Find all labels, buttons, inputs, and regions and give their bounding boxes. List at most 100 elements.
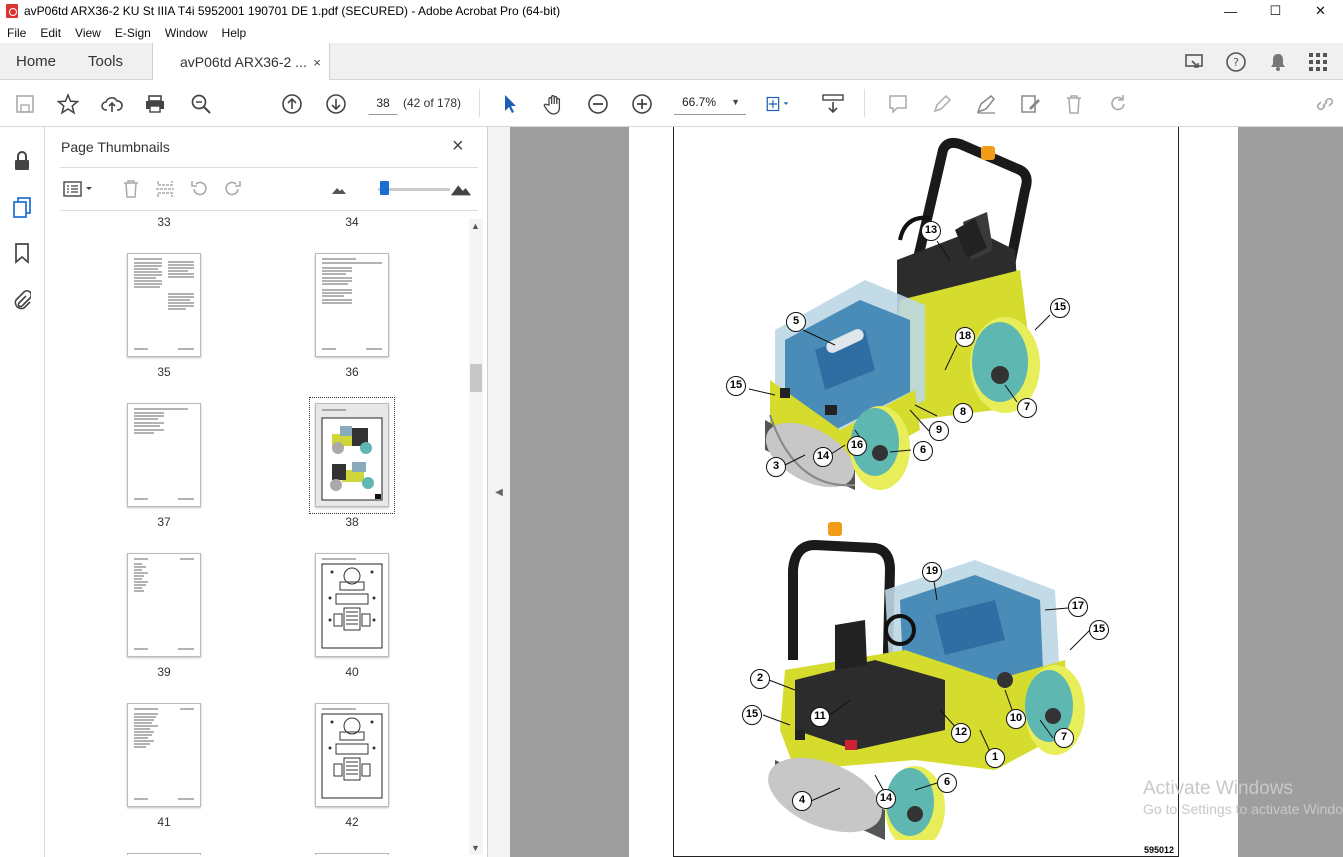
page-thumbnail-44-partial[interactable]: [315, 853, 389, 855]
notifications-bell-icon[interactable]: [1266, 51, 1290, 73]
rotate-right-icon[interactable]: [222, 178, 244, 200]
thumbnail-label: 38: [345, 515, 359, 529]
bookmark-star-icon[interactable]: [55, 91, 81, 117]
scroll-up-icon[interactable]: ▲: [471, 221, 480, 231]
toolbar-divider: [479, 89, 480, 117]
close-panel-icon[interactable]: ×: [452, 135, 464, 158]
callout-9: 9: [929, 421, 949, 441]
link-icon[interactable]: [1312, 91, 1338, 117]
thumbnail-options-icon[interactable]: [62, 178, 96, 200]
zoom-out-icon[interactable]: [585, 91, 611, 117]
next-page-icon[interactable]: [323, 91, 349, 117]
scrolling-mode-icon[interactable]: [820, 91, 846, 117]
collapse-panel-handle[interactable]: ◀: [488, 127, 510, 857]
callout-2: 2: [750, 669, 770, 689]
tab-home[interactable]: Home: [16, 43, 56, 80]
callout-14: 14: [876, 789, 896, 809]
callout-11: 11: [810, 707, 830, 727]
share-screen-icon[interactable]: [1183, 51, 1207, 73]
page-thumbnail-43-partial[interactable]: [127, 853, 201, 855]
svg-text:?: ?: [1233, 56, 1239, 69]
print-icon[interactable]: [142, 91, 168, 117]
lock-icon[interactable]: [10, 149, 34, 173]
zoom-level-dropdown[interactable]: 66.7% ▼: [674, 91, 746, 115]
scroll-down-icon[interactable]: ▼: [471, 843, 480, 853]
thumbnail-size-slider-thumb[interactable]: [380, 181, 389, 195]
collapse-left-arrow-icon: ◀: [495, 486, 503, 498]
tab-tools[interactable]: Tools: [88, 43, 123, 80]
page-thumbnail-41[interactable]: [127, 703, 201, 807]
menu-help[interactable]: Help: [215, 26, 254, 40]
menu-file[interactable]: File: [0, 26, 33, 40]
activate-windows-watermark: Activate Windows: [1143, 778, 1293, 799]
page-thumbnails-icon[interactable]: [10, 195, 34, 219]
left-navigation-rail: [0, 127, 45, 857]
apps-grid-icon[interactable]: [1306, 51, 1330, 73]
maximize-button[interactable]: ☐: [1253, 0, 1298, 22]
page-thumbnail-37[interactable]: [127, 403, 201, 507]
page-thumbnail-38[interactable]: [315, 403, 389, 507]
tab-bar: Home Tools avP06td ARX36-2 ... × ?: [0, 43, 1343, 81]
page-thumbnail-35[interactable]: [127, 253, 201, 357]
activate-windows-subtext: Go to Settings to activate Windows.: [1143, 801, 1343, 817]
page-count: (42 of 178): [403, 96, 462, 110]
previous-page-icon[interactable]: [279, 91, 305, 117]
toolbar: [0, 80, 1343, 127]
scrollbar-thumb[interactable]: [470, 364, 482, 392]
callout-14: 14: [813, 447, 833, 467]
menu-bar: File Edit View E-Sign Window Help: [0, 22, 1343, 43]
close-window-button[interactable]: ✕: [1298, 0, 1343, 22]
thumbnail-label: 37: [157, 515, 171, 529]
select-cursor-icon[interactable]: [497, 91, 523, 117]
delete-page-icon[interactable]: [120, 178, 142, 200]
tab-document[interactable]: avP06td ARX36-2 ... ×: [152, 43, 330, 81]
page-thumbnail-36[interactable]: [315, 253, 389, 357]
minimize-button[interactable]: —: [1208, 0, 1253, 22]
menu-esign[interactable]: E-Sign: [108, 26, 158, 40]
toolbar-divider-2: [864, 89, 865, 117]
zoom-search-icon[interactable]: [188, 91, 214, 117]
page-thumbnail-39[interactable]: [127, 553, 201, 657]
panel-title: Page Thumbnails: [61, 139, 170, 155]
thumbnail-scrollbar[interactable]: ▲ ▼: [469, 219, 483, 855]
menu-edit[interactable]: Edit: [33, 26, 68, 40]
bookmarks-icon[interactable]: [10, 241, 34, 265]
redo-icon[interactable]: [1105, 91, 1131, 117]
attachments-paperclip-icon[interactable]: [10, 287, 34, 311]
edit-text-icon[interactable]: [1017, 91, 1043, 117]
callout-5: 5: [786, 312, 806, 332]
title-bar: avP06td ARX36-2 KU St IIIA T4i 5952001 1…: [0, 0, 1343, 22]
callout-15: 15: [1050, 298, 1070, 318]
thumbnail-label: 33: [157, 215, 171, 229]
delete-trash-icon[interactable]: [1061, 91, 1087, 117]
upload-cloud-icon[interactable]: [99, 91, 125, 117]
rotate-left-icon[interactable]: [188, 178, 210, 200]
fit-page-icon[interactable]: [764, 91, 790, 117]
draw-sign-icon[interactable]: [973, 91, 999, 117]
menu-window[interactable]: Window: [158, 26, 215, 40]
help-icon[interactable]: ?: [1224, 51, 1248, 73]
menu-view[interactable]: View: [68, 26, 108, 40]
comment-icon[interactable]: [885, 91, 911, 117]
beacon-light: [981, 146, 995, 160]
zoom-in-icon[interactable]: [629, 91, 655, 117]
hand-tool-icon[interactable]: [541, 91, 567, 117]
save-icon[interactable]: [12, 91, 38, 117]
page-number-input[interactable]: 38: [368, 91, 398, 115]
window-title: avP06td ARX36-2 KU St IIIA T4i 5952001 1…: [24, 4, 561, 18]
thumbnail-list: 33 34 35 36 37 38 39 40 41 42: [60, 215, 470, 855]
page-thumbnail-42[interactable]: [315, 703, 389, 807]
callout-12: 12: [951, 723, 971, 743]
panel-toolbar: [60, 167, 478, 211]
callout-13: 13: [921, 221, 941, 241]
chevron-down-icon: ▼: [731, 97, 740, 107]
page-thumbnail-40[interactable]: [315, 553, 389, 657]
tab-document-label: avP06td ARX36-2 ...: [180, 54, 307, 70]
extract-pages-icon[interactable]: [154, 178, 176, 200]
thumbnail-label: 39: [157, 665, 171, 679]
highlight-pen-icon[interactable]: [929, 91, 955, 117]
callout-6: 6: [937, 773, 957, 793]
small-thumbnail-mountain-icon: [328, 178, 350, 200]
tab-close-icon[interactable]: ×: [313, 55, 321, 70]
callout-1: 1: [985, 748, 1005, 768]
